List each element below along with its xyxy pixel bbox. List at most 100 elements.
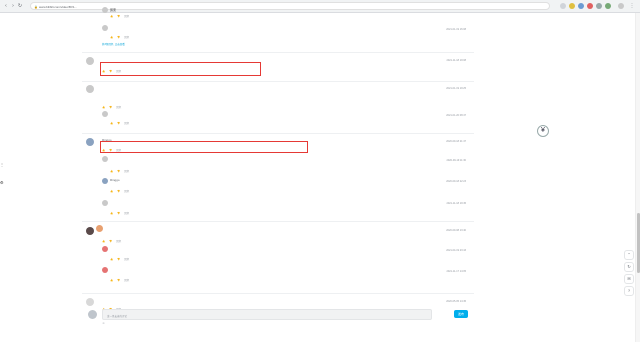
divider <box>82 221 474 222</box>
lock-icon: 🔒 <box>34 4 38 9</box>
timestamp: 2021-01-20 08:47 <box>446 114 466 117</box>
divider <box>82 133 474 134</box>
timestamp: 2020-09-18 22:23 <box>446 180 466 183</box>
avatar[interactable] <box>86 85 94 93</box>
reply-button[interactable]: 回复 <box>116 106 121 109</box>
avatar[interactable] <box>102 111 108 117</box>
reply-button[interactable]: 回复 <box>124 258 129 261</box>
comment-actions: 👍 👎 回复 <box>102 105 125 109</box>
avatar[interactable] <box>86 298 94 306</box>
menu-icon[interactable]: ⋮ <box>629 3 635 9</box>
timestamp: 2020-09-19 11:30 <box>446 159 466 162</box>
reload-icon[interactable]: ↻ <box>17 3 23 9</box>
like-icon[interactable]: 👍 <box>110 15 113 18</box>
timestamp: 2021-11-17 14:05 <box>446 270 466 273</box>
avatar[interactable] <box>102 200 108 206</box>
avatar[interactable] <box>102 156 108 162</box>
reply-text: 厉害 <box>110 8 117 12</box>
refresh-button[interactable]: ↻ <box>624 262 634 272</box>
extension-icon[interactable] <box>605 3 611 9</box>
like-icon[interactable]: 👍 <box>102 240 105 243</box>
help-button[interactable]: ? <box>624 286 634 296</box>
reply-button[interactable]: 回复 <box>124 170 129 173</box>
browser-toolbar: ‹ › ↻ 🔒 www.bilibili.com/video/BV1... ⋮ <box>0 0 640 13</box>
dislike-icon[interactable]: 👎 <box>117 15 120 18</box>
divider <box>82 293 474 294</box>
dislike-icon[interactable]: 👎 <box>109 240 112 243</box>
timestamp: 2021-01-19 19:25 <box>446 87 466 90</box>
profile-avatar[interactable] <box>618 3 624 9</box>
avatar[interactable] <box>102 25 108 31</box>
timestamp: 2020-09-08 13:40 <box>446 229 466 232</box>
like-icon[interactable]: 👍 <box>102 106 105 109</box>
timestamp: 2020-05-05 14:45 <box>446 300 466 303</box>
my-avatar[interactable] <box>88 310 97 319</box>
reply-actions: 👍 👎 回复 <box>110 121 133 125</box>
forward-icon[interactable]: › <box>10 3 16 9</box>
dislike-icon[interactable]: 👎 <box>117 36 120 39</box>
avatar[interactable] <box>102 178 108 184</box>
side-icon[interactable]: ⚙ <box>0 180 4 185</box>
reply-actions: 👍 👎 回复 <box>110 257 133 261</box>
extension-icon[interactable] <box>587 3 593 9</box>
reply-actions: 👍 👎 回复 <box>110 14 133 18</box>
view-more-replies[interactable]: 共3条回复, 点击查看 <box>102 42 125 46</box>
reply-button[interactable]: 回复 <box>124 15 129 18</box>
avatar[interactable] <box>102 246 108 252</box>
reply-actions: 👍 👎 回复 <box>110 169 133 173</box>
side-icon[interactable]: ⋮ <box>0 162 4 167</box>
like-icon[interactable]: 👍 <box>110 170 113 173</box>
address-bar[interactable]: 🔒 www.bilibili.com/video/BV1... <box>30 2 550 10</box>
extension-icon[interactable] <box>596 3 602 9</box>
reply-button[interactable]: 回复 <box>124 212 129 215</box>
avatar[interactable] <box>102 7 108 13</box>
divider <box>82 52 474 53</box>
avatar[interactable] <box>102 267 108 273</box>
timestamp: 2021-11-18 19:08 <box>446 59 466 62</box>
like-icon[interactable]: 👍 <box>110 258 113 261</box>
timestamp: 2021-01-19 16:08 <box>446 28 466 31</box>
like-icon[interactable]: 👍 <box>110 212 113 215</box>
like-icon[interactable]: 👍 <box>110 122 113 125</box>
dislike-icon[interactable]: 👎 <box>117 122 120 125</box>
like-icon[interactable]: 👍 <box>110 190 113 193</box>
reply-button[interactable]: 回复 <box>124 279 129 282</box>
scroll-top-button[interactable]: ⌃ <box>624 250 634 260</box>
reply-button[interactable]: 回复 <box>116 240 121 243</box>
submit-comment-button[interactable]: 发布 <box>454 310 468 318</box>
timestamp: 2021-04-19 23:43 <box>446 249 466 252</box>
timestamp: 2020-09-18 21:47 <box>446 140 466 143</box>
reply-button[interactable]: 回复 <box>124 190 129 193</box>
reply-actions: 👍 👎 回复 <box>110 35 133 39</box>
highlight-box <box>100 141 308 153</box>
reply-button[interactable]: 回复 <box>124 122 129 125</box>
avatar[interactable] <box>86 138 94 146</box>
dislike-icon[interactable]: 👎 <box>117 212 120 215</box>
reply-button[interactable]: 回复 <box>124 36 129 39</box>
dislike-icon[interactable]: 👎 <box>117 190 120 193</box>
scrollbar[interactable] <box>635 13 640 342</box>
username[interactable]: Ringgo <box>110 178 120 182</box>
extension-icon[interactable] <box>569 3 575 9</box>
reply-actions: 👍 👎 回复 <box>110 278 133 282</box>
url-text: www.bilibili.com/video/BV1... <box>39 5 78 9</box>
avatar[interactable] <box>86 57 94 65</box>
back-icon[interactable]: ‹ <box>3 3 9 9</box>
divider <box>82 81 474 82</box>
floating-assistant-icon[interactable]: ¥ <box>537 125 549 137</box>
dislike-icon[interactable]: 👎 <box>117 170 120 173</box>
dislike-icon[interactable]: 👎 <box>117 279 120 282</box>
emoji-button[interactable]: ☺ <box>102 321 105 325</box>
comment-input[interactable]: 发一条友善的评论 <box>102 309 432 320</box>
like-icon[interactable]: 👍 <box>110 36 113 39</box>
avatar[interactable] <box>86 227 94 235</box>
extension-icon[interactable] <box>578 3 584 9</box>
dislike-icon[interactable]: 👎 <box>117 258 120 261</box>
comment-compose: 发一条友善的评论 发布 ☺ <box>82 306 474 326</box>
dislike-icon[interactable]: 👎 <box>109 106 112 109</box>
reply-actions: 👍 👎 回复 <box>110 189 133 193</box>
feedback-button[interactable]: ✉ <box>624 274 634 284</box>
like-icon[interactable]: 👍 <box>110 279 113 282</box>
comment-actions: 👍 👎 回复 <box>102 239 125 243</box>
extension-icon[interactable] <box>560 3 566 9</box>
